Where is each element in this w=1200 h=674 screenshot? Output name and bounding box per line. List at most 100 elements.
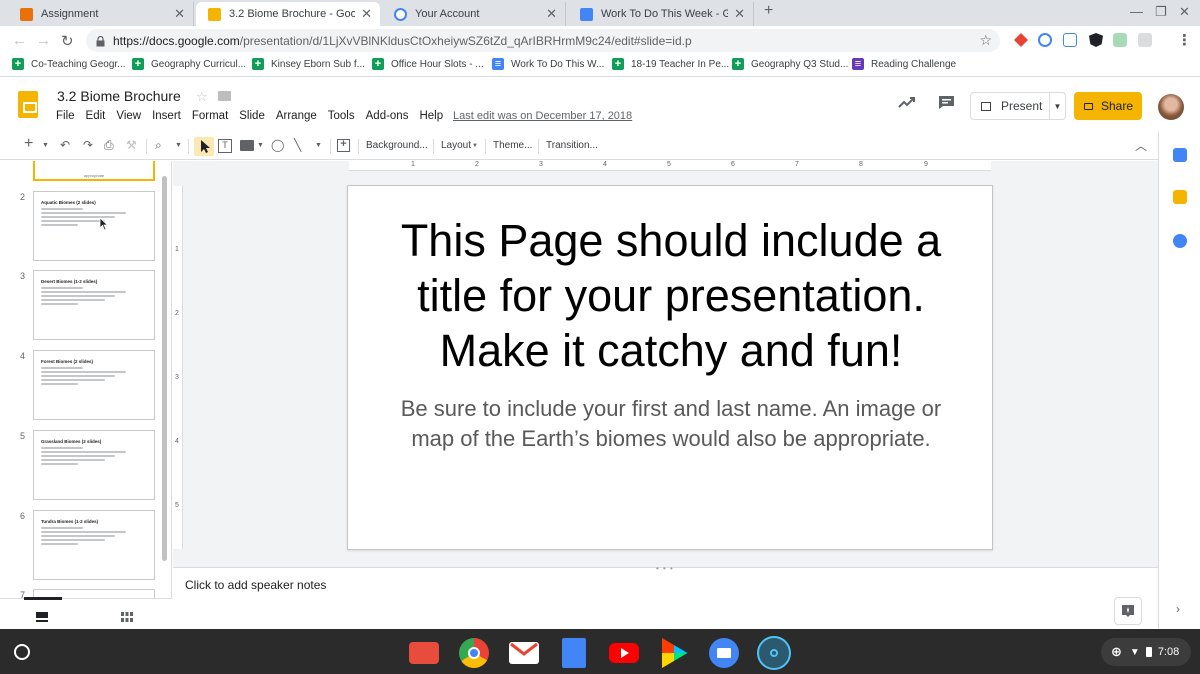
bookmark-item[interactable]: + 18-19 Teacher In Pe... — [612, 58, 729, 70]
bookmark-item[interactable]: ≡ Reading Challenge — [852, 58, 956, 70]
close-tab-icon[interactable]: ✕ — [361, 6, 372, 22]
menu-add-ons[interactable]: Add-ons — [366, 110, 409, 122]
star-icon[interactable]: ☆ — [196, 89, 208, 105]
insert-comment-icon[interactable]: + — [337, 139, 350, 152]
omnibox[interactable]: https://docs.google.com /presentation/d/… — [86, 29, 1000, 52]
filmstrip-view-icon[interactable] — [36, 609, 48, 627]
extension-icon[interactable] — [1014, 33, 1028, 47]
keep-icon[interactable] — [1173, 190, 1187, 204]
slide-thumbnail-3[interactable]: Desert Biomes (1-2 slides) — [33, 270, 155, 340]
document-title[interactable]: 3.2 Biome Brochure — [57, 88, 181, 104]
close-tab-icon[interactable]: ✕ — [546, 6, 557, 22]
calendar-icon[interactable] — [1173, 148, 1187, 162]
bookmark-item[interactable]: ≡ Work To Do This W... — [492, 58, 604, 70]
extension-icon[interactable] — [1063, 33, 1077, 47]
forward-icon[interactable]: → — [36, 32, 51, 49]
minimize-icon[interactable]: — — [1130, 4, 1143, 19]
slide-thumbnail-5[interactable]: Grassland Biomes (2 slides) — [33, 430, 155, 500]
layout-button[interactable]: Layout — [441, 140, 471, 151]
line-icon[interactable]: ╲ — [294, 138, 301, 152]
slide-subtitle-placeholder[interactable]: Be sure to include your first and last n… — [388, 394, 954, 454]
paint-format-icon[interactable]: ⚒ — [126, 138, 137, 152]
avatar[interactable] — [1158, 94, 1184, 120]
screencastify-icon[interactable] — [409, 642, 439, 664]
select-tool-icon[interactable] — [194, 137, 214, 156]
slide-thumbnail-4[interactable]: Forest Biomes (2 slides) — [33, 350, 155, 420]
menu-slide[interactable]: Slide — [239, 110, 265, 122]
expand-side-panel-icon[interactable]: › — [1176, 602, 1180, 616]
gmail-icon[interactable] — [509, 642, 539, 664]
slide-thumbnail-2[interactable]: Aquatic Biomes (2 slides) — [33, 191, 155, 261]
bookmark-item[interactable]: + Geography Curricul... — [132, 58, 246, 70]
folder-icon[interactable] — [218, 91, 231, 101]
bookmark-item[interactable]: + Kinsey Eborn Sub f... — [252, 58, 365, 70]
browser-menu-icon[interactable]: ⋮ — [1177, 31, 1192, 49]
tab-assignment[interactable]: Assignment ✕ — [8, 2, 194, 26]
slides-logo-icon[interactable] — [18, 91, 38, 118]
redo-icon[interactable]: ↷ — [83, 138, 93, 152]
share-button[interactable]: Share — [1074, 92, 1142, 120]
zoom-dropdown-icon[interactable]: ▼ — [175, 142, 182, 149]
close-window-icon[interactable]: ✕ — [1179, 4, 1190, 20]
assistant-icon[interactable] — [757, 636, 791, 670]
menu-format[interactable]: Format — [192, 110, 228, 122]
close-tab-icon[interactable]: ✕ — [174, 6, 185, 22]
tab-your-account[interactable]: Your Account ✕ — [382, 2, 566, 26]
speaker-notes-placeholder[interactable]: Click to add speaker notes — [185, 578, 326, 592]
line-dropdown-icon[interactable]: ▼ — [315, 142, 322, 149]
shape-icon[interactable]: ◯ — [271, 138, 284, 152]
menu-arrange[interactable]: Arrange — [276, 110, 317, 122]
system-tray[interactable]: ⊕ ▼ 7:08 — [1101, 638, 1191, 666]
layout-dropdown-icon[interactable]: ▼ — [472, 143, 478, 149]
image-dropdown-icon[interactable]: ▼ — [257, 142, 264, 149]
docs-icon[interactable] — [562, 638, 586, 668]
bookmark-item[interactable]: + Office Hour Slots - ... — [372, 58, 484, 70]
reload-icon[interactable]: ↻ — [61, 32, 74, 50]
last-edit-link[interactable]: Last edit was on December 17, 2018 — [453, 110, 632, 122]
launcher-icon[interactable] — [14, 644, 30, 660]
current-slide[interactable]: This Page should include a title for you… — [347, 185, 993, 550]
extension-icon[interactable] — [1113, 33, 1127, 47]
menu-view[interactable]: View — [116, 110, 141, 122]
slide-title-placeholder[interactable]: This Page should include a title for you… — [368, 213, 974, 378]
zoom-icon[interactable]: ⌕ — [155, 138, 162, 153]
collapse-toolbar-icon[interactable]: ︿ — [1135, 137, 1147, 154]
shield-extension-icon[interactable] — [1089, 33, 1103, 47]
filmstrip-scrollbar[interactable] — [162, 176, 167, 561]
chrome-icon[interactable] — [459, 638, 489, 668]
files-icon[interactable] — [709, 638, 739, 668]
extension-icon[interactable] — [1038, 33, 1052, 47]
print-icon[interactable]: ⎙ — [104, 138, 114, 153]
bookmark-item[interactable]: + Geography Q3 Stud... — [732, 58, 848, 70]
tab-biome-brochure[interactable]: 3.2 Biome Brochure - Google Slid ✕ — [196, 2, 380, 26]
close-tab-icon[interactable]: ✕ — [734, 6, 745, 22]
restore-icon[interactable]: ❐ — [1155, 4, 1167, 20]
speaker-notes-pane[interactable]: • • • Click to add speaker notes — [173, 564, 1158, 629]
menu-edit[interactable]: Edit — [86, 110, 106, 122]
transition-button[interactable]: Transition... — [546, 140, 598, 151]
new-slide-icon[interactable]: + — [24, 135, 33, 153]
image-icon[interactable] — [240, 140, 254, 151]
present-dropdown-icon[interactable]: ▼ — [1049, 93, 1065, 119]
background-button[interactable]: Background... — [366, 140, 428, 151]
slide-thumbnail-1[interactable]: appropriate — [33, 161, 155, 181]
theme-button[interactable]: Theme... — [493, 140, 532, 151]
tasks-icon[interactable] — [1173, 234, 1187, 248]
bookmark-item[interactable]: + Co-Teaching Geogr... — [12, 58, 126, 70]
present-button[interactable]: Present ▼ — [970, 92, 1066, 120]
play-store-icon[interactable] — [662, 638, 688, 668]
new-slide-dropdown-icon[interactable]: ▼ — [42, 142, 49, 149]
back-icon[interactable]: ← — [12, 32, 27, 49]
comments-icon[interactable] — [938, 95, 955, 115]
explore-button[interactable] — [1114, 597, 1142, 625]
new-tab-button[interactable]: + — [764, 2, 773, 20]
menu-insert[interactable]: Insert — [152, 110, 181, 122]
youtube-icon[interactable] — [609, 643, 639, 663]
extension-icon[interactable] — [1138, 33, 1152, 47]
menu-help[interactable]: Help — [419, 110, 443, 122]
menu-file[interactable]: File — [56, 110, 75, 122]
bookmark-star-icon[interactable]: ☆ — [979, 32, 992, 49]
menu-tools[interactable]: Tools — [328, 110, 355, 122]
notes-resize-handle[interactable]: • • • — [656, 564, 674, 573]
slide-thumbnail-6[interactable]: Tundra Biomes (1-2 slides) — [33, 510, 155, 580]
